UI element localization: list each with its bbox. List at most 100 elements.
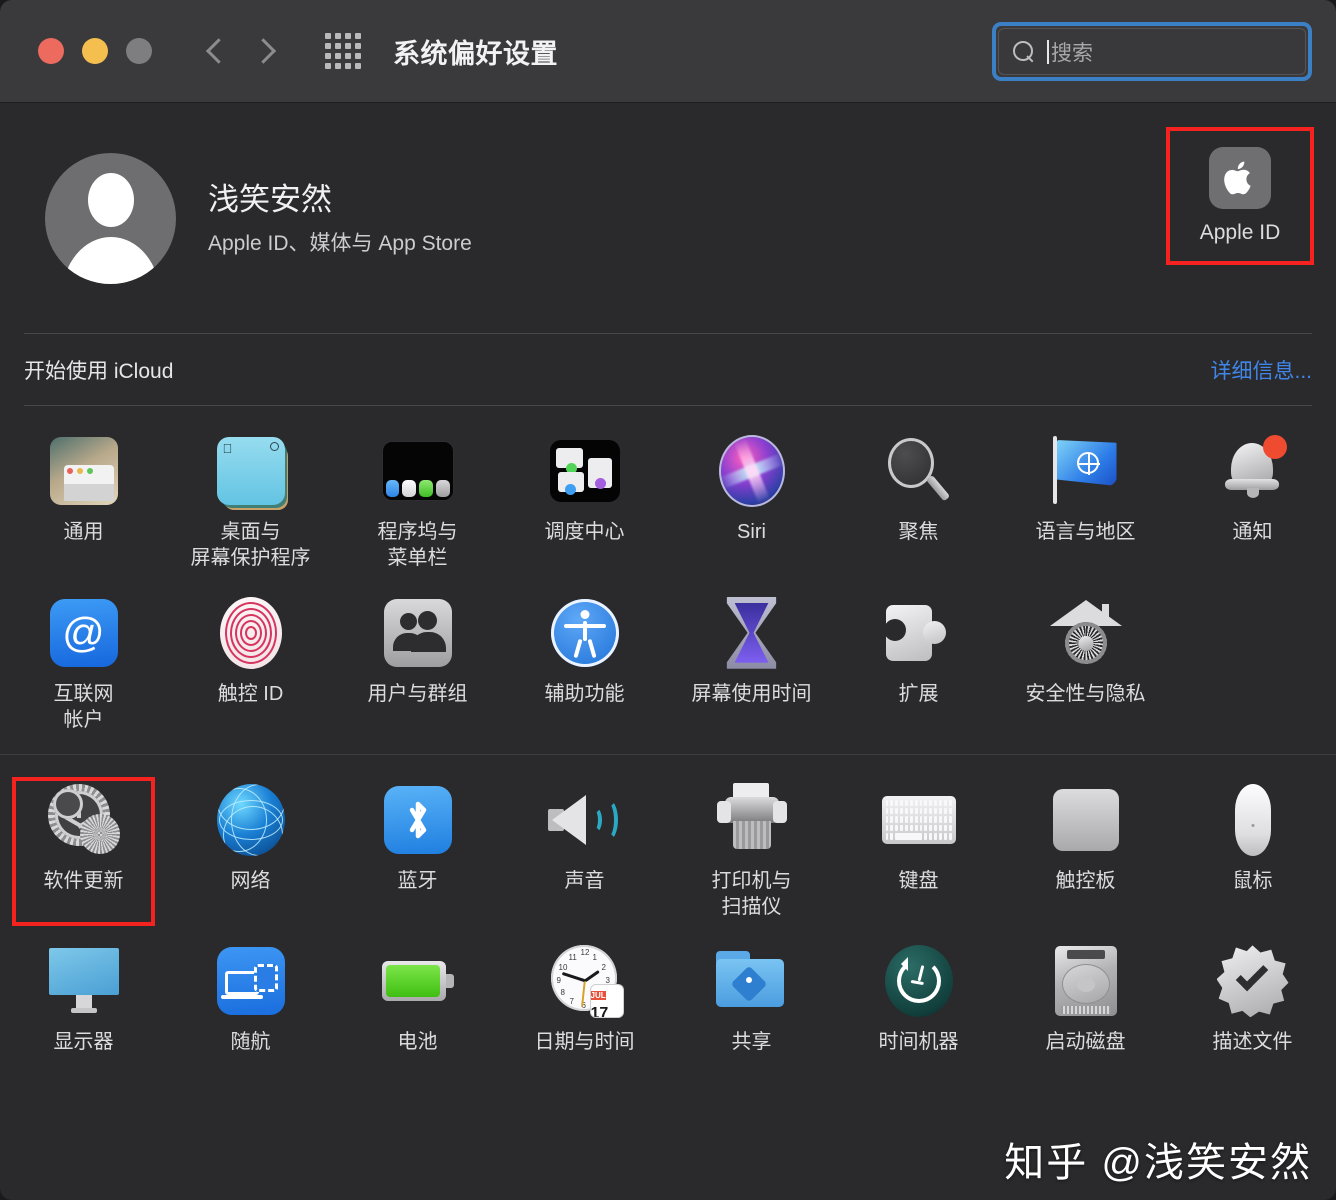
search-icon (1013, 40, 1035, 63)
pref-pane-label: 程序坞与 菜单栏 (377, 521, 458, 570)
chevron-left-icon[interactable] (204, 33, 226, 69)
pref-pane-displays[interactable]: 显示器 (0, 930, 167, 1072)
pref-pane-network[interactable]: 网络 (167, 769, 334, 931)
pref-row: @ 互联网 帐户 触控 ID 用户与群组 辅助功能 屏幕使用时间 扩展 安全性与… (0, 582, 1336, 744)
pref-pane-label: 安全性与隐私 (1025, 682, 1146, 705)
mission-control-icon (548, 434, 622, 508)
pref-pane-profiles[interactable]: 描述文件 (1169, 930, 1336, 1072)
pref-pane-label: 通用 (63, 521, 104, 543)
pref-pane-users-groups[interactable]: 用户与群组 (334, 582, 501, 744)
pref-row: 显示器 随航 电池 12 1 2 3 6 7 8 9 10 11 JUL 17 … (0, 930, 1336, 1072)
pref-pane-sharing[interactable]: 共享 (668, 930, 835, 1072)
battery-icon (381, 944, 455, 1018)
preferences-section-hardware: 软件更新 网络 蓝牙 声音 打印机与 扫描仪 键盘 触控板 鼠标 显示器 随航 … (0, 753, 1336, 1083)
search-field-focus-ring: 搜索 (992, 22, 1312, 81)
printers-scanners-icon (715, 782, 789, 857)
pref-pane-label: 软件更新 (43, 869, 124, 892)
pref-pane-label: 随航 (230, 1031, 271, 1054)
pref-pane-accessibility[interactable]: 辅助功能 (501, 582, 668, 744)
system-preferences-window: 系统偏好设置 搜索 浅笑安然 Apple ID、媒体与 App Store Ap… (0, 0, 1336, 1200)
extensions-icon (882, 596, 956, 670)
zoom-window-button[interactable] (126, 38, 152, 64)
pref-pane-touch-id[interactable]: 触控 ID (167, 582, 334, 744)
pref-pane-keyboard[interactable]: 键盘 (835, 769, 1002, 931)
account-text: 浅笑安然 Apple ID、媒体与 App Store (208, 179, 472, 258)
pref-pane-label: 启动磁盘 (1045, 1031, 1126, 1054)
pref-pane-language-region[interactable]: 语言与地区 (1002, 420, 1169, 582)
account-row[interactable]: 浅笑安然 Apple ID、媒体与 App Store Apple ID (0, 103, 1336, 333)
displays-icon (47, 944, 121, 1018)
sound-icon (547, 783, 622, 857)
account-subtitle: Apple ID、媒体与 App Store (208, 232, 472, 256)
language-region-icon (1049, 434, 1123, 508)
desktop-screensaver-icon:  (214, 434, 288, 508)
pref-pane-label: 声音 (564, 869, 605, 892)
security-privacy-icon (1049, 596, 1123, 670)
pref-pane-spotlight[interactable]: 聚焦 (835, 420, 1002, 582)
pref-pane-sound[interactable]: 声音 (501, 769, 668, 931)
pref-pane-label: 扩展 (898, 682, 939, 705)
pref-pane-label: 语言与地区 (1035, 521, 1136, 543)
notifications-icon (1216, 434, 1290, 508)
chevron-right-icon[interactable] (256, 33, 278, 69)
pref-pane-label: 打印机与 扫描仪 (711, 869, 792, 918)
pref-pane-label: Siri (737, 521, 766, 543)
pref-pane-software-update[interactable]: 软件更新 (0, 769, 167, 931)
pref-pane-general[interactable]: 通用 (0, 420, 167, 582)
pref-pane-printers-scanners[interactable]: 打印机与 扫描仪 (668, 769, 835, 931)
avatar-head (87, 172, 134, 227)
siri-icon (715, 434, 789, 508)
pref-pane-label: Apple ID (1199, 221, 1281, 244)
pref-pane-siri[interactable]: Siri (668, 420, 835, 582)
trackpad-icon (1049, 783, 1123, 857)
pref-pane-mouse[interactable]: 鼠标 (1169, 769, 1336, 931)
pref-pane-security-privacy[interactable]: 安全性与隐私 (1002, 582, 1169, 744)
pref-pane-label: 描述文件 (1212, 1031, 1293, 1054)
navigation-buttons (204, 33, 278, 69)
pref-pane-label: 调度中心 (544, 521, 625, 543)
pref-pane-sidecar[interactable]: 随航 (167, 930, 334, 1072)
avatar-body (61, 236, 160, 284)
pref-pane-battery[interactable]: 电池 (334, 930, 501, 1072)
pref-pane-trackpad[interactable]: 触控板 (1002, 769, 1169, 931)
icloud-banner-text: 开始使用 iCloud (24, 359, 174, 383)
apple-logo-icon (1209, 147, 1271, 209)
pref-pane-bluetooth[interactable]: 蓝牙 (334, 769, 501, 931)
internet-accounts-icon: @ (47, 596, 121, 670)
users-groups-icon (381, 596, 455, 670)
pref-pane-date-time[interactable]: 12 1 2 3 4 5 6 7 8 9 10 11 (501, 930, 668, 1072)
pref-pane-screen-time[interactable]: 屏幕使用时间 (668, 582, 835, 744)
pref-pane-desktop-screensaver[interactable]:  桌面与 屏幕保护程序 (167, 420, 334, 582)
pref-pane-startup-disk[interactable]: 启动磁盘 (1002, 930, 1169, 1072)
pref-pane-label: 用户与群组 (367, 682, 468, 705)
date-time-icon: 12 1 2 3 4 5 6 7 8 9 10 11 (548, 944, 623, 1018)
close-window-button[interactable] (38, 38, 64, 64)
text-caret (1047, 39, 1049, 64)
pref-pane-mission-control[interactable]: 调度中心 (501, 420, 668, 582)
avatar[interactable] (45, 152, 176, 284)
pref-pane-label: 通知 (1232, 521, 1273, 543)
pref-pane-label: 键盘 (898, 869, 939, 892)
pref-pane-dock-menubar[interactable]: 程序坞与 菜单栏 (334, 420, 501, 582)
pref-pane-label: 时间机器 (878, 1031, 959, 1054)
general-icon (47, 434, 121, 508)
account-name: 浅笑安然 (208, 181, 332, 217)
grid-view-icon[interactable] (325, 33, 361, 69)
pref-pane-internet-accounts[interactable]: @ 互联网 帐户 (0, 582, 167, 744)
search-input[interactable]: 搜索 (998, 28, 1306, 75)
pref-pane-label: 共享 (731, 1031, 772, 1054)
icloud-details-link[interactable]: 详细信息... (1210, 355, 1312, 385)
pref-pane-apple-id[interactable]: Apple ID (1166, 127, 1314, 265)
pref-pane-time-machine[interactable]: 时间机器 (835, 930, 1002, 1072)
sharing-icon (715, 944, 789, 1018)
title-bar: 系统偏好设置 搜索 (0, 0, 1336, 103)
pref-pane-label: 网络 (230, 869, 271, 892)
pref-pane-empty-slot (1169, 582, 1336, 744)
pref-pane-notifications[interactable]: 通知 (1169, 420, 1336, 582)
pref-pane-extensions[interactable]: 扩展 (835, 582, 1002, 744)
bluetooth-icon (381, 783, 455, 857)
calendar-day: 17 (590, 1005, 609, 1018)
preferences-section-personal: 通用  桌面与 屏幕保护程序 程序坞与 菜单栏 (0, 406, 1336, 754)
pref-pane-label: 辅助功能 (544, 682, 625, 705)
minimize-window-button[interactable] (82, 38, 108, 64)
